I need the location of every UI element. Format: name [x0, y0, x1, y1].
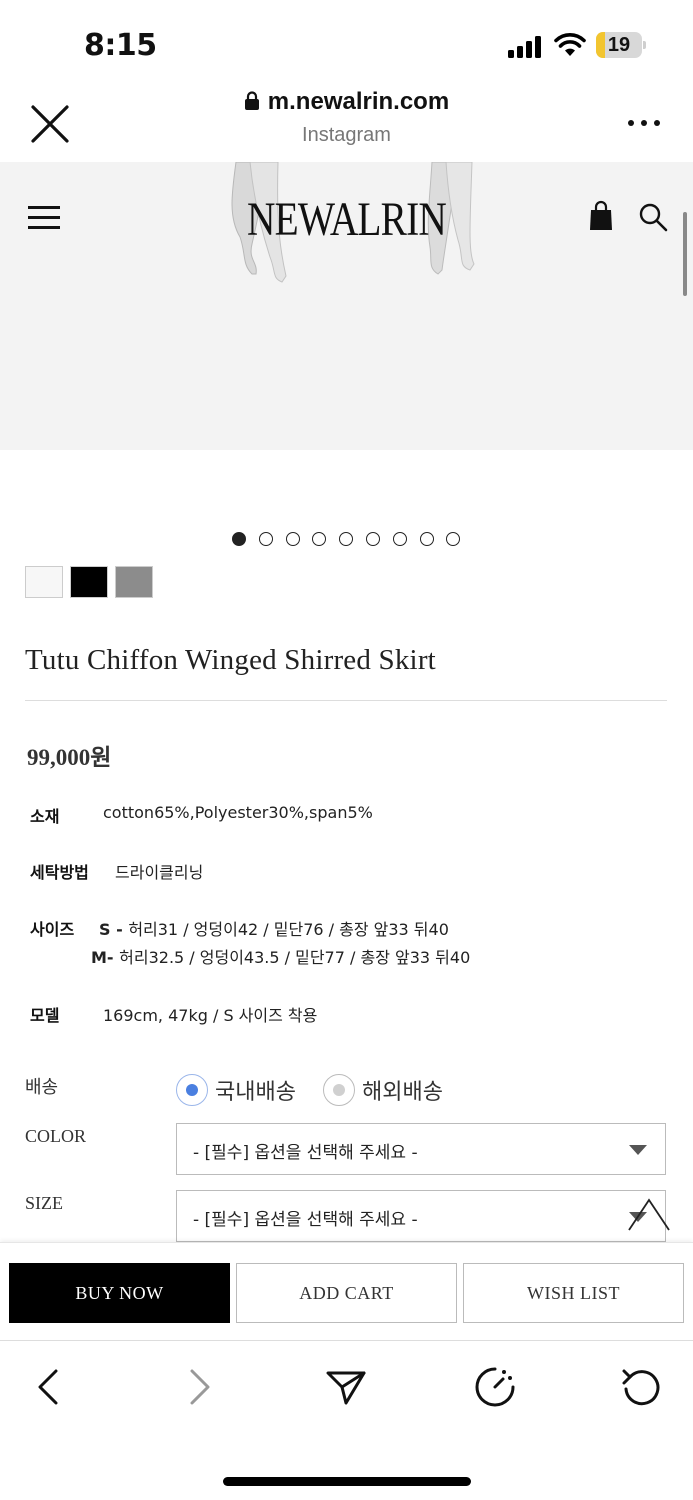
shipping-domestic-label[interactable]: 국내배송: [215, 1074, 296, 1106]
size-select-value: - [필수] 옵션을 선택해 주세요 -: [193, 1210, 418, 1230]
lock-icon: [244, 91, 259, 110]
shopping-bag-icon[interactable]: [588, 200, 614, 232]
carousel-dot[interactable]: [285, 532, 300, 546]
product-title: Tutu Chiffon Winged Shirred Skirt: [25, 644, 436, 676]
carousel-dot[interactable]: [392, 532, 407, 546]
color-label: COLOR: [25, 1126, 87, 1146]
color-select[interactable]: - [필수] 옵션을 선택해 주세요 -: [176, 1123, 666, 1175]
spec-size-m: M- 허리32.5 / 엉덩이43.5 / 밑단77 / 총장 앞33 뒤40: [91, 944, 470, 968]
carousel-dot[interactable]: [339, 532, 354, 546]
referrer-text: Instagram: [302, 124, 391, 146]
carousel-dot[interactable]: [312, 532, 327, 546]
carousel-dot[interactable]: [366, 532, 380, 546]
shipping-overseas-label[interactable]: 해외배송: [362, 1074, 443, 1106]
product-price: 99,000원: [27, 745, 112, 770]
spec-washing-label: 세탁방법: [30, 863, 89, 882]
color-swatch-gray[interactable]: [115, 566, 153, 598]
dropdown-arrow-icon: [629, 1145, 647, 1155]
spec-size-label: 사이즈: [30, 920, 75, 939]
search-icon[interactable]: [638, 202, 668, 232]
spec-size-m-value: 허리32.5 / 엉덩이43.5 / 밑단77 / 총장 앞33 뒤40: [119, 948, 471, 967]
title-divider: [25, 700, 667, 701]
shipping-overseas-radio[interactable]: [323, 1074, 355, 1106]
url-text: m.newalrin.com: [267, 88, 450, 115]
carousel-dot[interactable]: [419, 532, 434, 546]
spec-size-s: S - 허리31 / 엉덩이42 / 밑단76 / 총장 앞33 뒤40: [99, 916, 449, 940]
status-bar: 8:15 19: [0, 0, 693, 80]
browser-header: m.newalrin.com Instagram: [0, 80, 693, 162]
shipping-domestic-radio[interactable]: [176, 1074, 208, 1106]
battery-icon: 19: [596, 32, 646, 58]
color-swatch-black[interactable]: [70, 566, 108, 598]
spec-size-s-key: S -: [99, 920, 129, 939]
color-swatch-white[interactable]: [25, 566, 63, 598]
status-time: 8:15: [84, 28, 157, 63]
wifi-icon: [554, 33, 586, 56]
more-icon[interactable]: [626, 120, 660, 130]
carousel-dot[interactable]: [258, 532, 273, 546]
brand-logo[interactable]: NEWALRIN: [62, 192, 630, 247]
add-cart-button[interactable]: ADD CART: [236, 1263, 457, 1323]
carousel-dot[interactable]: [232, 532, 246, 546]
cellular-signal-icon: [508, 34, 544, 58]
scroll-to-top-icon[interactable]: [626, 1196, 672, 1232]
size-select[interactable]: - [필수] 옵션을 선택해 주세요 -: [176, 1190, 666, 1242]
forward-icon[interactable]: [178, 1365, 222, 1409]
shipping-label: 배송: [25, 1077, 59, 1097]
spec-size-s-value: 허리31 / 엉덩이42 / 밑단76 / 총장 앞33 뒤40: [128, 920, 449, 939]
reload-icon[interactable]: [620, 1365, 664, 1409]
carousel-dot[interactable]: [446, 532, 461, 546]
spec-washing-value: 드라이클리닝: [115, 863, 204, 882]
scrollbar-thumb[interactable]: [683, 212, 687, 296]
buy-now-button[interactable]: BUY NOW: [9, 1263, 230, 1323]
browser-toolbar: [0, 1340, 693, 1500]
spec-size-m-key: M-: [91, 948, 120, 967]
purchase-action-bar: BUY NOW ADD CART WISH LIST: [0, 1242, 693, 1340]
share-icon[interactable]: [324, 1365, 368, 1409]
back-icon[interactable]: [28, 1365, 72, 1409]
home-indicator[interactable]: [223, 1477, 471, 1486]
battery-percent: 19: [607, 34, 631, 56]
spec-model-label: 모델: [30, 1006, 60, 1025]
spec-model-value: 169cm, 47kg / S 사이즈 착용: [103, 1006, 318, 1025]
spec-material-value: cotton65%,Polyester30%,span5%: [103, 803, 373, 822]
product-hero-image[interactable]: NEWALRIN: [0, 162, 693, 450]
wish-list-button[interactable]: WISH LIST: [463, 1263, 684, 1323]
color-select-value: - [필수] 옵션을 선택해 주세요 -: [193, 1143, 418, 1163]
size-label: SIZE: [25, 1193, 63, 1213]
menu-icon[interactable]: [28, 206, 62, 230]
url-bar[interactable]: m.newalrin.com: [0, 88, 693, 116]
speed-icon[interactable]: [473, 1365, 517, 1409]
spec-material-label: 소재: [30, 807, 60, 826]
